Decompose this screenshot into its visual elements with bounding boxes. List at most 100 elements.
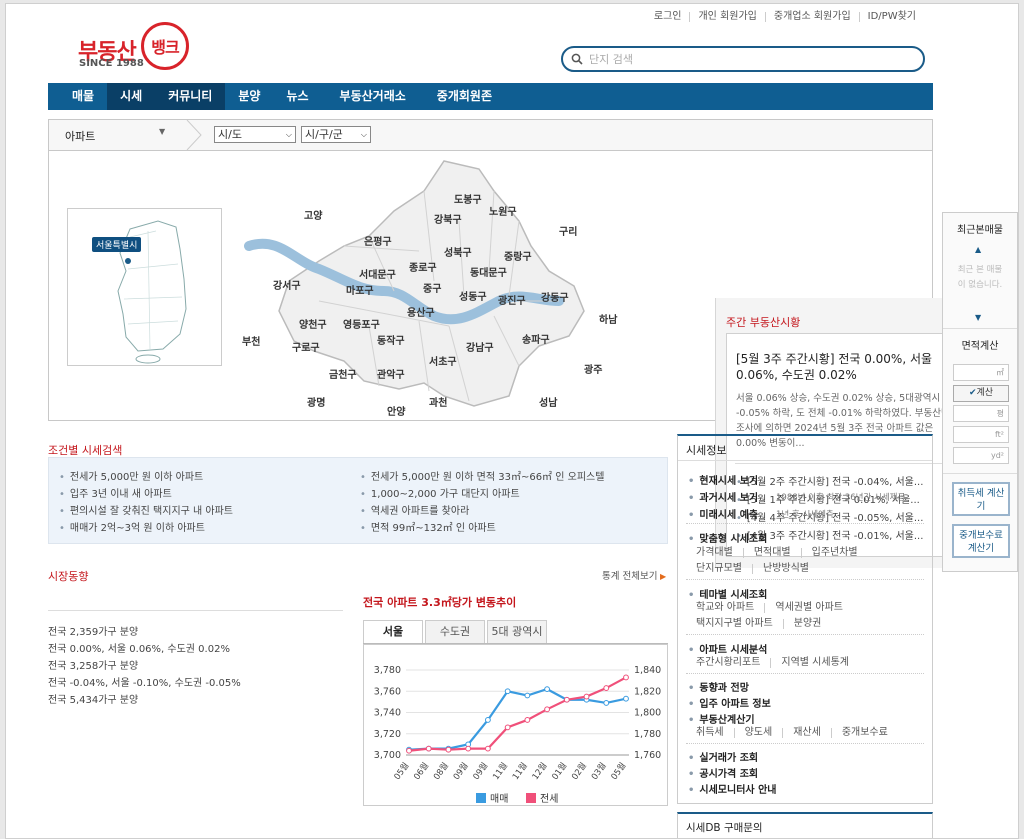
db-inquiry[interactable]: 시세DB 구매문의 <box>677 812 933 838</box>
search-input[interactable]: 단지 검색 <box>561 46 925 72</box>
type-select[interactable]: 아파트 <box>65 128 95 144</box>
district-label[interactable]: 송파구 <box>522 331 550 346</box>
tab-metro[interactable]: 5대 광역시 <box>487 620 547 643</box>
sub-link[interactable]: 입주년차별 <box>800 548 868 558</box>
district-label[interactable]: 강북구 <box>434 211 462 226</box>
sub-link[interactable]: 분양권 <box>782 619 832 629</box>
info-link[interactable]: 현재시세 보기 <box>688 472 758 487</box>
district-label[interactable]: 서초구 <box>429 353 457 368</box>
market-item[interactable]: 전국 2,359가구 분양 <box>48 623 138 638</box>
brokerage-calc-button[interactable]: 중개보수료 계산기 <box>952 524 1010 558</box>
chevron-down-icon[interactable]: ▼ <box>975 313 981 322</box>
info-link[interactable]: 공시가격 조회 <box>688 765 758 780</box>
district-label[interactable]: 노원구 <box>489 203 517 218</box>
district-label[interactable]: 은평구 <box>364 233 392 248</box>
sub-link[interactable]: 취득세 <box>696 728 734 738</box>
info-link[interactable]: 부동산계산기 <box>688 711 754 726</box>
sub-link[interactable]: 면적대별 <box>742 548 801 558</box>
market-item[interactable]: 전국 0.00%, 서울 0.06%, 수도권 0.02% <box>48 640 230 655</box>
district-label[interactable]: 구로구 <box>292 339 320 354</box>
info-link[interactable]: 테마별 시세조회 <box>688 586 767 601</box>
sub-link[interactable]: 난방방식별 <box>752 564 819 574</box>
nav-listing[interactable]: 매물 <box>48 83 107 110</box>
sub-link[interactable]: 역세권별 아파트 <box>764 603 853 613</box>
district-label[interactable]: 금천구 <box>329 366 357 381</box>
acq-tax-calc-button[interactable]: 취득세 계산기 <box>952 482 1010 516</box>
market-item[interactable]: 전국 5,434가구 분양 <box>48 691 138 706</box>
sub-link[interactable]: 주간시황리포트 <box>696 658 770 668</box>
district-label[interactable]: 도봉구 <box>454 191 482 206</box>
district-label[interactable]: 용산구 <box>407 304 435 319</box>
chevron-up-icon[interactable]: ▲ <box>975 245 981 254</box>
district-label[interactable]: 종로구 <box>409 259 437 274</box>
district-label[interactable]: 중구 <box>423 280 441 295</box>
weekly-title[interactable]: 주간 부동산시황 <box>726 314 800 330</box>
korea-minimap[interactable]: 서울특별시 <box>67 208 222 366</box>
info-link[interactable]: 미래시세 예측 <box>688 506 758 521</box>
nav-exchange[interactable]: 부동산거래소 <box>322 83 424 110</box>
district-label[interactable]: 서대문구 <box>359 266 396 281</box>
district-label[interactable]: 중랑구 <box>504 248 532 263</box>
district-label[interactable]: 강남구 <box>466 339 494 354</box>
info-link[interactable]: 동향과 전망 <box>688 679 748 694</box>
find-id-link[interactable]: ID/PW찾기 <box>858 12 924 22</box>
login-link[interactable]: 로그인 <box>646 12 690 22</box>
district-label[interactable]: 관악구 <box>377 366 405 381</box>
sub-link[interactable]: 택지지구별 아파트 <box>696 619 783 629</box>
district-label[interactable]: 성북구 <box>444 244 472 259</box>
info-link[interactable]: 맞춤형 시세조회 <box>688 530 767 545</box>
nav-agent-zone[interactable]: 중개회원존 <box>424 83 505 110</box>
cond-link[interactable]: 매매가 2억~3억 원 이하 아파트 <box>59 519 205 534</box>
sub-link[interactable]: 양도세 <box>733 728 783 738</box>
info-link[interactable]: 아파트 시세분석 <box>688 641 767 656</box>
sido-select[interactable]: 시/도 ⌵ <box>214 126 296 143</box>
chevron-down-icon[interactable]: ▼ <box>159 127 165 136</box>
weekly-headline[interactable]: [5월 3주 주간시황] 전국 0.00%, 서울 0.06%, 수도권 0.0… <box>736 351 962 383</box>
calc-button[interactable]: ✔계산 <box>953 385 1009 402</box>
cond-link[interactable]: 전세가 5,000만 원 이하 면적 33㎡~66㎡ 인 오피스텔 <box>360 468 605 483</box>
district-label[interactable]: 강서구 <box>273 277 301 292</box>
sub-link[interactable]: 학교와 아파트 <box>696 603 764 613</box>
tab-seoul[interactable]: 서울 <box>363 620 423 643</box>
nav-presale[interactable]: 분양 <box>225 83 273 110</box>
m2-input[interactable]: ㎡ <box>953 364 1009 381</box>
agent-signup-link[interactable]: 중개업소 회원가입 <box>764 12 859 22</box>
info-link[interactable]: 과거시세 보기 <box>688 489 758 504</box>
region-tag[interactable]: 서울특별시 <box>92 237 142 252</box>
sub-link[interactable]: 가격대별 <box>696 548 743 558</box>
district-label[interactable]: 양천구 <box>299 316 327 331</box>
district-label[interactable]: 마포구 <box>346 282 374 297</box>
district-label[interactable]: 강동구 <box>541 289 569 304</box>
nav-news[interactable]: 뉴스 <box>273 83 321 110</box>
market-item[interactable]: 전국 3,258가구 분양 <box>48 657 138 672</box>
sub-link[interactable]: 단지규모별 <box>696 564 752 574</box>
market-item[interactable]: 전국 -0.04%, 서울 -0.10%, 수도권 -0.05% <box>48 674 241 689</box>
cond-link[interactable]: 편의시설 잘 갖춰진 택지지구 내 아파트 <box>59 502 233 517</box>
info-link[interactable]: 시세모니터사 안내 <box>688 781 776 796</box>
sub-link[interactable]: 지역별 시세통계 <box>770 658 859 668</box>
cond-link[interactable]: 전세가 5,000만 원 이하 아파트 <box>59 468 203 483</box>
stats-link[interactable]: 통계 전체보기 ▶ <box>602 568 666 582</box>
cond-link[interactable]: 면적 99㎡~132㎡ 인 아파트 <box>360 519 496 534</box>
nav-community[interactable]: 커뮤니티 <box>155 83 226 110</box>
cond-link[interactable]: 1,000~2,000 가구 대단지 아파트 <box>360 485 520 500</box>
nav-price[interactable]: 시세 <box>107 83 156 110</box>
district-label[interactable]: 동작구 <box>377 332 405 347</box>
cond-link[interactable]: 입주 3년 이내 새 아파트 <box>59 485 172 500</box>
py-input[interactable]: 평 <box>953 405 1009 422</box>
sigungu-select[interactable]: 시/구/군 ⌵ <box>301 126 371 143</box>
info-link[interactable]: 실거래가 조회 <box>688 749 758 764</box>
tab-capital[interactable]: 수도권 <box>425 620 485 643</box>
sub-link[interactable]: 중개보수료 <box>830 728 898 738</box>
district-label[interactable]: 영등포구 <box>343 316 380 331</box>
cond-link[interactable]: 역세권 아파트를 찾아라 <box>360 502 469 517</box>
district-label[interactable]: 동대문구 <box>470 264 507 279</box>
yd-input[interactable]: yd² <box>953 447 1009 464</box>
signup-link[interactable]: 개인 회원가입 <box>689 12 764 22</box>
logo-circle[interactable]: 뱅크 <box>141 22 189 70</box>
sub-link[interactable]: 재산세 <box>782 728 831 738</box>
district-label[interactable]: 성동구 <box>459 288 487 303</box>
district-label[interactable]: 광진구 <box>498 292 526 307</box>
info-link[interactable]: 입주 아파트 정보 <box>688 695 770 710</box>
ft-input[interactable]: ft² <box>953 426 1009 443</box>
